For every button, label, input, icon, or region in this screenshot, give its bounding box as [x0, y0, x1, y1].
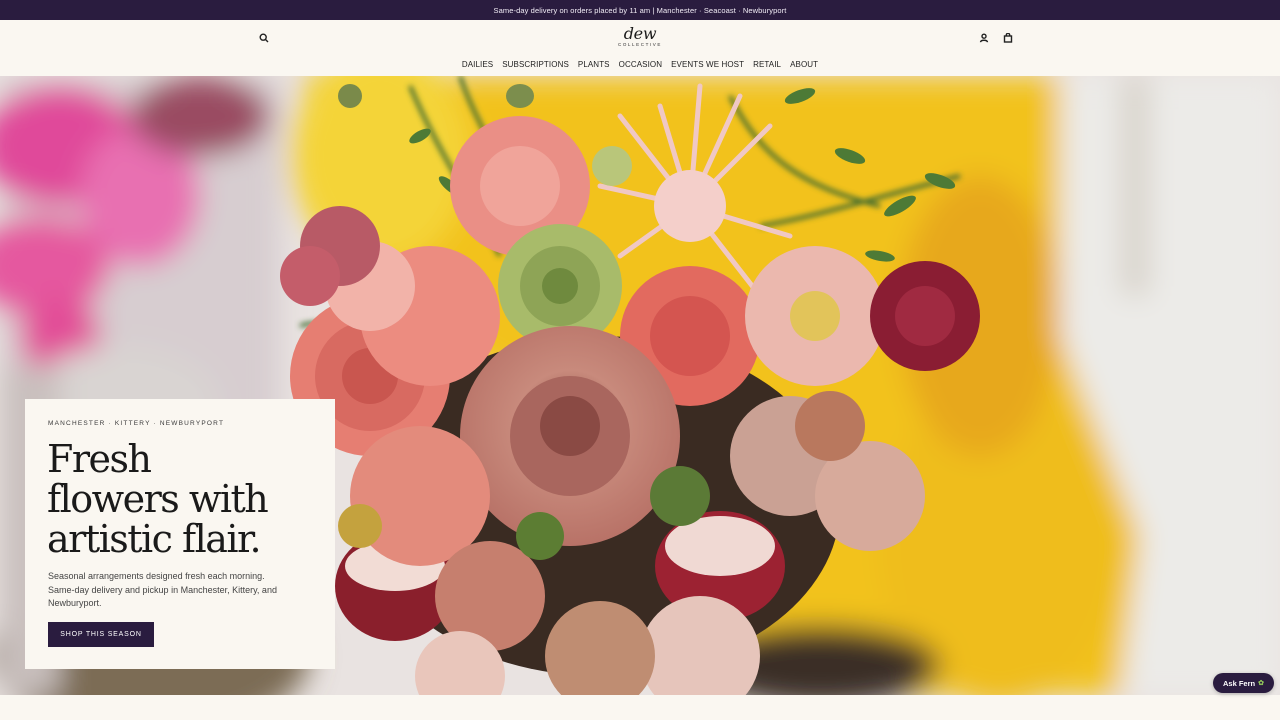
- cart-icon[interactable]: [1001, 31, 1015, 45]
- nav-about[interactable]: ABOUT: [786, 60, 823, 69]
- logo-wordmark: dew: [623, 24, 657, 43]
- hero-headline-line-3: artistic flair.: [47, 517, 262, 561]
- nav-plants[interactable]: PLANTS: [573, 60, 614, 69]
- account-icon[interactable]: [977, 31, 991, 45]
- main-nav: DAILIES SUBSCRIPTIONS PLANTS OCCASION EV…: [0, 60, 1280, 69]
- ask-fern-label: Ask Fern: [1223, 678, 1256, 688]
- nav-occasion[interactable]: OCCASION: [614, 60, 666, 69]
- hero-headline-line-2: flowers with: [47, 477, 269, 521]
- hero-headline: Fresh flowers with artistic flair.: [47, 439, 317, 559]
- announcement-bar: Same-day delivery on orders placed by 11…: [0, 0, 1280, 20]
- site-logo[interactable]: dew COLLECTIVE: [610, 26, 670, 52]
- hero-eyebrow: MANCHESTER · KITTERY · NEWBURYPORT: [48, 420, 225, 427]
- ask-fern-button[interactable]: Ask Fern ✿: [1213, 673, 1274, 693]
- announcement-text: Same-day delivery on orders placed by 11…: [493, 5, 787, 15]
- hero-subtext: Seasonal arrangements designed fresh eac…: [48, 571, 277, 608]
- page-bottom-band: [0, 695, 1280, 720]
- search-icon[interactable]: [257, 31, 271, 45]
- nav-events-we-host[interactable]: EVENTS WE HOST: [667, 60, 749, 69]
- hero-section: MANCHESTER · KITTERY · NEWBURYPORT Fresh…: [0, 76, 1280, 695]
- leaf-icon: ✿: [1258, 680, 1264, 687]
- nav-dailies[interactable]: DAILIES: [457, 60, 497, 69]
- nav-subscriptions[interactable]: SUBSCRIPTIONS: [498, 60, 574, 69]
- shop-this-season-button[interactable]: SHOP THIS SEASON: [48, 622, 154, 647]
- site-header: dew COLLECTIVE DAILIES SUBSCRIPTIONS PLA…: [0, 20, 1280, 76]
- logo-subtitle: COLLECTIVE: [617, 42, 662, 47]
- hero-card: MANCHESTER · KITTERY · NEWBURYPORT Fresh…: [25, 399, 335, 669]
- hero-headline-line-1: Fresh: [47, 437, 152, 481]
- nav-retail[interactable]: RETAIL: [749, 60, 786, 69]
